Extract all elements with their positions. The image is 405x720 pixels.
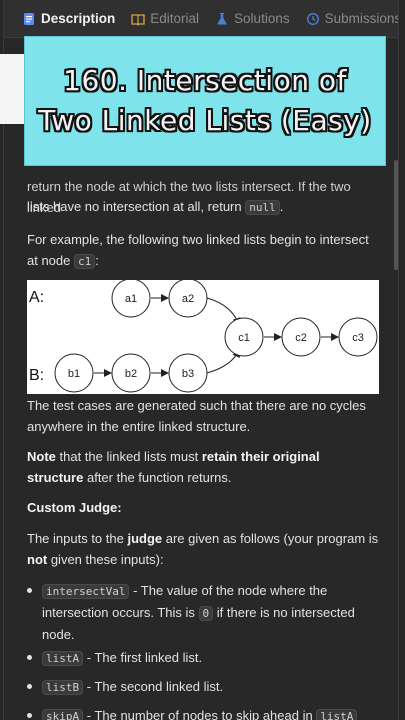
title-banner: 160. Intersection of Two Linked Lists (E… (24, 36, 386, 166)
book-icon (131, 13, 145, 26)
node-label: b2 (125, 368, 137, 380)
paragraph-example: For example, the following two linked li… (27, 229, 379, 272)
tab-editorial-label: Editorial (150, 11, 200, 26)
paragraph-text: The inputs to the (27, 531, 128, 546)
paragraph-text: : (95, 253, 99, 268)
node-label: c3 (352, 332, 364, 344)
paragraph-text: are given as follows (your program is (162, 531, 379, 546)
flask-icon (217, 12, 228, 24)
paragraph-no-cycles: The test cases are generated such that t… (27, 398, 366, 434)
bold-text: not (27, 552, 48, 567)
tab-description-label: Description (41, 11, 116, 26)
list-item-text: - The second linked list. (83, 679, 224, 694)
paragraph-text: that the linked lists must (55, 449, 202, 464)
inline-code: listA (316, 709, 358, 720)
heading-text: Custom Judge: (27, 500, 122, 515)
banner-title-line2: Two Linked Lists (Easy) (38, 104, 372, 137)
paragraph-text: given these inputs): (47, 552, 164, 567)
paragraph-text: lists have no intersection at all, retur… (27, 199, 246, 214)
list-item: skipA - The number of nodes to skip ahea… (27, 705, 379, 720)
tab-solutions-label: Solutions (234, 11, 290, 26)
node-label: b3 (182, 368, 194, 380)
node-label: b1 (68, 368, 80, 380)
list-item-text: - The number of nodes to skip ahead in (83, 708, 317, 720)
tab-submissions[interactable]: Submissions (298, 11, 399, 26)
inline-code: skipA (42, 709, 84, 720)
paragraph-text: . (279, 199, 284, 214)
node-label: a2 (182, 293, 194, 305)
inline-code: listB (42, 680, 84, 695)
tab-editorial[interactable]: Editorial (123, 11, 207, 26)
node-label: a1 (125, 293, 137, 305)
list-item-text: - The first linked list. (83, 650, 203, 665)
tab-solutions[interactable]: Solutions (207, 11, 298, 26)
diagram-canvas: A: B: a1 a2 b1 b2 b3 c1 c2 c3 (29, 278, 378, 393)
linked-list-diagram: A: B: a1 a2 b1 b2 b3 c1 c2 c3 (27, 278, 379, 394)
custom-judge-heading: Custom Judge: (27, 497, 379, 518)
inline-code: intersectVal (42, 584, 130, 599)
list-item: intersectVal - The value of the node whe… (27, 580, 357, 645)
scrollbar-thumb[interactable] (394, 160, 398, 270)
banner-title-line1: 160. Intersection of (63, 64, 347, 97)
history-icon (306, 12, 319, 25)
node-label: c1 (238, 332, 250, 344)
inline-code: listA (42, 651, 84, 666)
tab-submissions-label: Submissions (324, 11, 399, 26)
bold-text: judge (127, 531, 163, 546)
tab-bar: Description Editorial Solutions Submissi… (4, 0, 398, 38)
document-icon (24, 12, 34, 25)
node-label: c2 (295, 332, 307, 344)
bold-text: Note (27, 449, 56, 464)
paragraph-no-intersection: lists have no intersection at all, retur… (27, 196, 379, 218)
inline-code: null (245, 200, 280, 215)
tab-description[interactable]: Description (14, 11, 123, 26)
paragraph-text: after the function returns. (83, 470, 232, 485)
inline-code: 0 (198, 606, 214, 621)
list-a-label: A: (29, 289, 44, 306)
paragraph-judge-inputs: The inputs to the judge are given as fol… (27, 528, 379, 570)
list-item: listB - The second linked list. (27, 676, 379, 698)
list-item: listA - The first linked list. (27, 647, 379, 669)
inline-code: c1 (74, 254, 96, 269)
list-b-label: B: (29, 367, 44, 384)
paragraph-note: Note that the linked lists must retain t… (27, 446, 379, 488)
